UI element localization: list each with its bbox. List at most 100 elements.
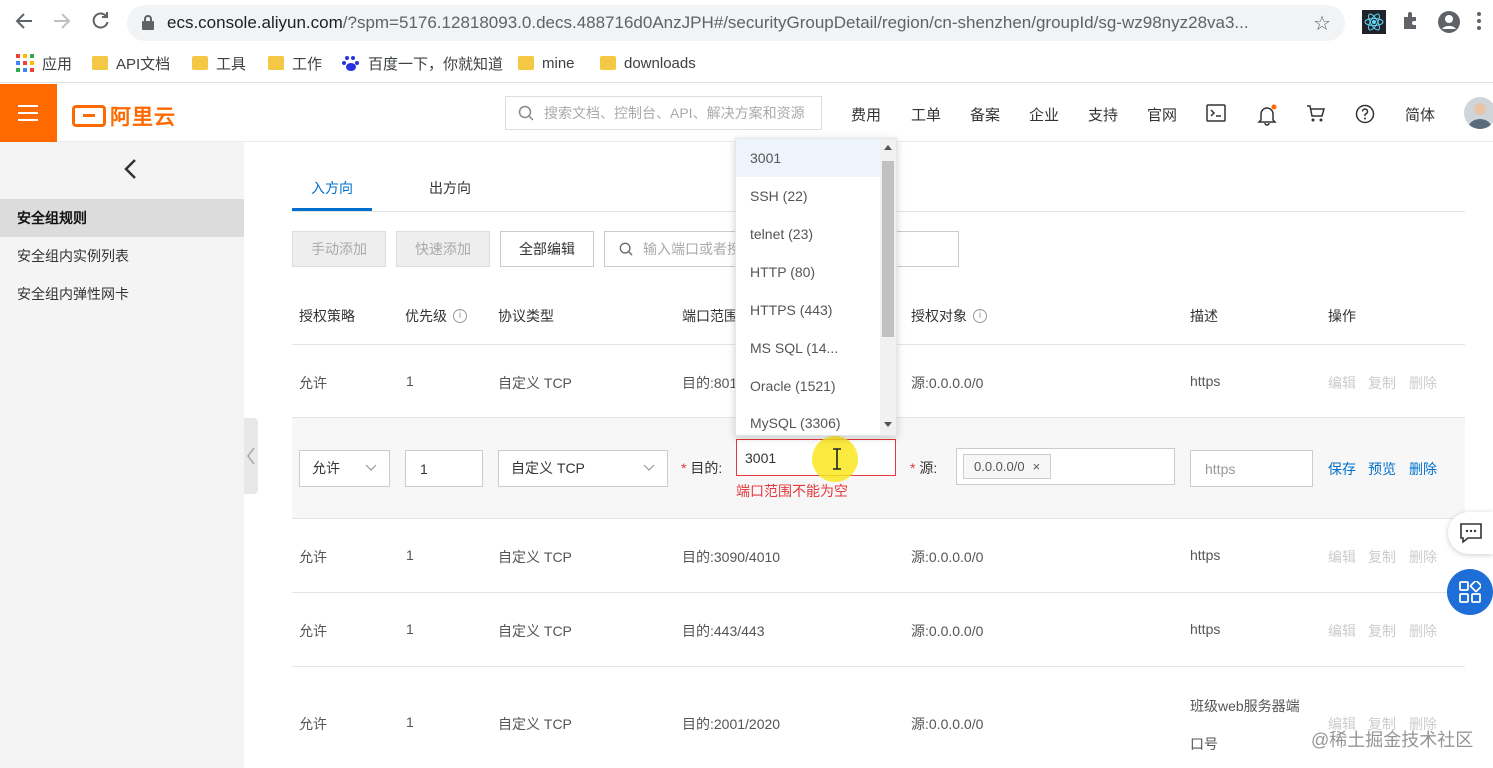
- bookmark-mine[interactable]: mine: [518, 53, 575, 73]
- address-bar[interactable]: ecs.console.aliyun.com/?spm=5176.1281809…: [127, 5, 1345, 41]
- tab-outbound[interactable]: 出方向: [429, 178, 471, 198]
- bookmark-label: 应用: [42, 55, 73, 73]
- nav-support[interactable]: 支持: [1088, 104, 1118, 125]
- edit-link[interactable]: 编辑: [1328, 621, 1356, 641]
- policy-select[interactable]: 允许: [299, 450, 390, 487]
- scroll-up-arrow-icon[interactable]: [884, 145, 892, 150]
- sidebar-item-instances[interactable]: 安全组内实例列表: [0, 237, 244, 275]
- apps-grid-icon: [16, 54, 34, 72]
- dropdown-option[interactable]: MySQL (3306): [736, 405, 880, 435]
- edit-all-button[interactable]: 全部编辑: [500, 231, 594, 267]
- dropdown-option[interactable]: SSH (22): [736, 177, 880, 215]
- nav-icp[interactable]: 备案: [970, 104, 1000, 125]
- dropdown-option[interactable]: MS SQL (14...: [736, 329, 880, 367]
- cell-port: 目的:3090/4010: [682, 549, 781, 565]
- cart-icon[interactable]: [1306, 104, 1328, 126]
- manual-add-button[interactable]: 手动添加: [292, 231, 386, 267]
- folder-icon: [192, 56, 208, 70]
- src-label-text: 源:: [919, 460, 938, 476]
- lock-icon: [142, 15, 154, 30]
- bookmark-downloads[interactable]: downloads: [600, 53, 696, 73]
- source-tag: 0.0.0.0/0 ×: [963, 454, 1052, 479]
- header-protocol: 协议类型: [498, 306, 554, 326]
- url-text: ecs.console.aliyun.com/?spm=5176.1281809…: [167, 13, 1249, 32]
- cell-source: 源:0.0.0.0/0: [911, 549, 984, 565]
- chrome-menu-icon[interactable]: [1476, 10, 1486, 34]
- nav-enterprise[interactable]: 企业: [1029, 104, 1059, 125]
- delete-link[interactable]: 删除: [1409, 547, 1437, 567]
- cell-port: 目的:443/443: [682, 623, 765, 639]
- nav-billing[interactable]: 费用: [851, 104, 881, 125]
- scrollbar-thumb[interactable]: [882, 161, 894, 337]
- chat-feedback-button[interactable]: [1448, 512, 1493, 554]
- quick-add-button[interactable]: 快速添加: [396, 231, 490, 267]
- react-extension-icon[interactable]: [1362, 10, 1386, 34]
- edit-link[interactable]: 编辑: [1328, 373, 1356, 393]
- tab-inbound[interactable]: 入方向: [311, 178, 353, 198]
- extensions-puzzle-icon[interactable]: [1400, 10, 1424, 34]
- cell-description: 班级web服务器端: [1190, 698, 1300, 714]
- header-search-input[interactable]: [542, 97, 816, 129]
- forward-arrow-icon[interactable]: [50, 10, 74, 34]
- chevron-down-icon: [643, 464, 655, 471]
- language-switch[interactable]: 简体: [1405, 104, 1435, 125]
- nav-official-site[interactable]: 官网: [1147, 104, 1177, 125]
- bookmark-work[interactable]: 工作: [268, 53, 322, 73]
- reload-icon[interactable]: [88, 10, 112, 34]
- aliyun-logo-mark: [72, 105, 106, 127]
- dropdown-option[interactable]: telnet (23): [736, 215, 880, 253]
- edit-link[interactable]: 编辑: [1328, 547, 1356, 567]
- terminal-icon[interactable]: [1206, 104, 1228, 126]
- protocol-select[interactable]: 自定义 TCP: [498, 450, 668, 487]
- delete-link[interactable]: 删除: [1409, 621, 1437, 641]
- required-mark: *: [681, 460, 687, 476]
- aliyun-logo[interactable]: 阿里云: [72, 101, 176, 131]
- sidebar-item-rules[interactable]: 安全组规则: [0, 199, 244, 237]
- dropdown-option[interactable]: Oracle (1521): [736, 367, 880, 405]
- notification-bell-icon[interactable]: [1256, 104, 1278, 126]
- chevron-left-icon[interactable]: [118, 156, 144, 182]
- copy-link[interactable]: 复制: [1368, 621, 1396, 641]
- divider: [292, 518, 1465, 519]
- cell-source: 源:0.0.0.0/0: [911, 623, 984, 639]
- info-icon[interactable]: i: [453, 309, 467, 323]
- dropdown-option[interactable]: HTTPS (443): [736, 291, 880, 329]
- bookmark-apps[interactable]: 应用: [16, 53, 72, 73]
- header-label: 端口范围: [682, 308, 738, 324]
- active-tab-indicator: [292, 208, 372, 211]
- header-search[interactable]: [505, 96, 822, 130]
- nav-tickets[interactable]: 工单: [911, 104, 941, 125]
- delete-edit-link[interactable]: 删除: [1409, 459, 1437, 479]
- scroll-down-arrow-icon[interactable]: [884, 422, 892, 427]
- dropdown-scrollbar[interactable]: [880, 139, 896, 435]
- bookmark-tools[interactable]: 工具: [192, 53, 246, 73]
- bookmark-baidu[interactable]: 百度一下，你就知道: [342, 53, 503, 73]
- tag-close-icon[interactable]: ×: [1033, 455, 1041, 478]
- header-actions: 操作: [1328, 306, 1356, 326]
- cell-port: 目的:801: [682, 375, 738, 391]
- preview-link[interactable]: 预览: [1368, 459, 1396, 479]
- bookmark-api-docs[interactable]: API文档: [92, 53, 170, 73]
- cell-protocol: 自定义 TCP: [498, 375, 572, 391]
- priority-input[interactable]: [405, 450, 483, 487]
- copy-link[interactable]: 复制: [1368, 373, 1396, 393]
- copy-link[interactable]: 复制: [1368, 547, 1396, 567]
- dropdown-option[interactable]: 3001: [736, 139, 880, 177]
- save-link[interactable]: 保存: [1328, 459, 1356, 479]
- profile-icon[interactable]: [1437, 10, 1461, 34]
- bookmark-star-icon[interactable]: ☆: [1313, 11, 1331, 36]
- menu-hamburger-icon[interactable]: [0, 84, 57, 142]
- sidebar-item-enis[interactable]: 安全组内弹性网卡: [0, 275, 244, 313]
- delete-link[interactable]: 删除: [1409, 373, 1437, 393]
- sidebar-collapse-handle[interactable]: [244, 418, 258, 494]
- back-arrow-icon[interactable]: [12, 10, 36, 34]
- description-input[interactable]: [1190, 450, 1313, 487]
- info-icon[interactable]: i: [973, 309, 987, 323]
- source-tag-input[interactable]: 0.0.0.0/0 ×: [956, 448, 1175, 485]
- dropdown-option[interactable]: HTTP (80): [736, 253, 880, 291]
- user-avatar[interactable]: [1464, 97, 1493, 129]
- dest-label: * 目的:: [681, 458, 722, 478]
- apps-float-button[interactable]: [1447, 569, 1493, 615]
- help-icon[interactable]: [1355, 104, 1377, 126]
- cell-policy: 允许: [299, 375, 327, 391]
